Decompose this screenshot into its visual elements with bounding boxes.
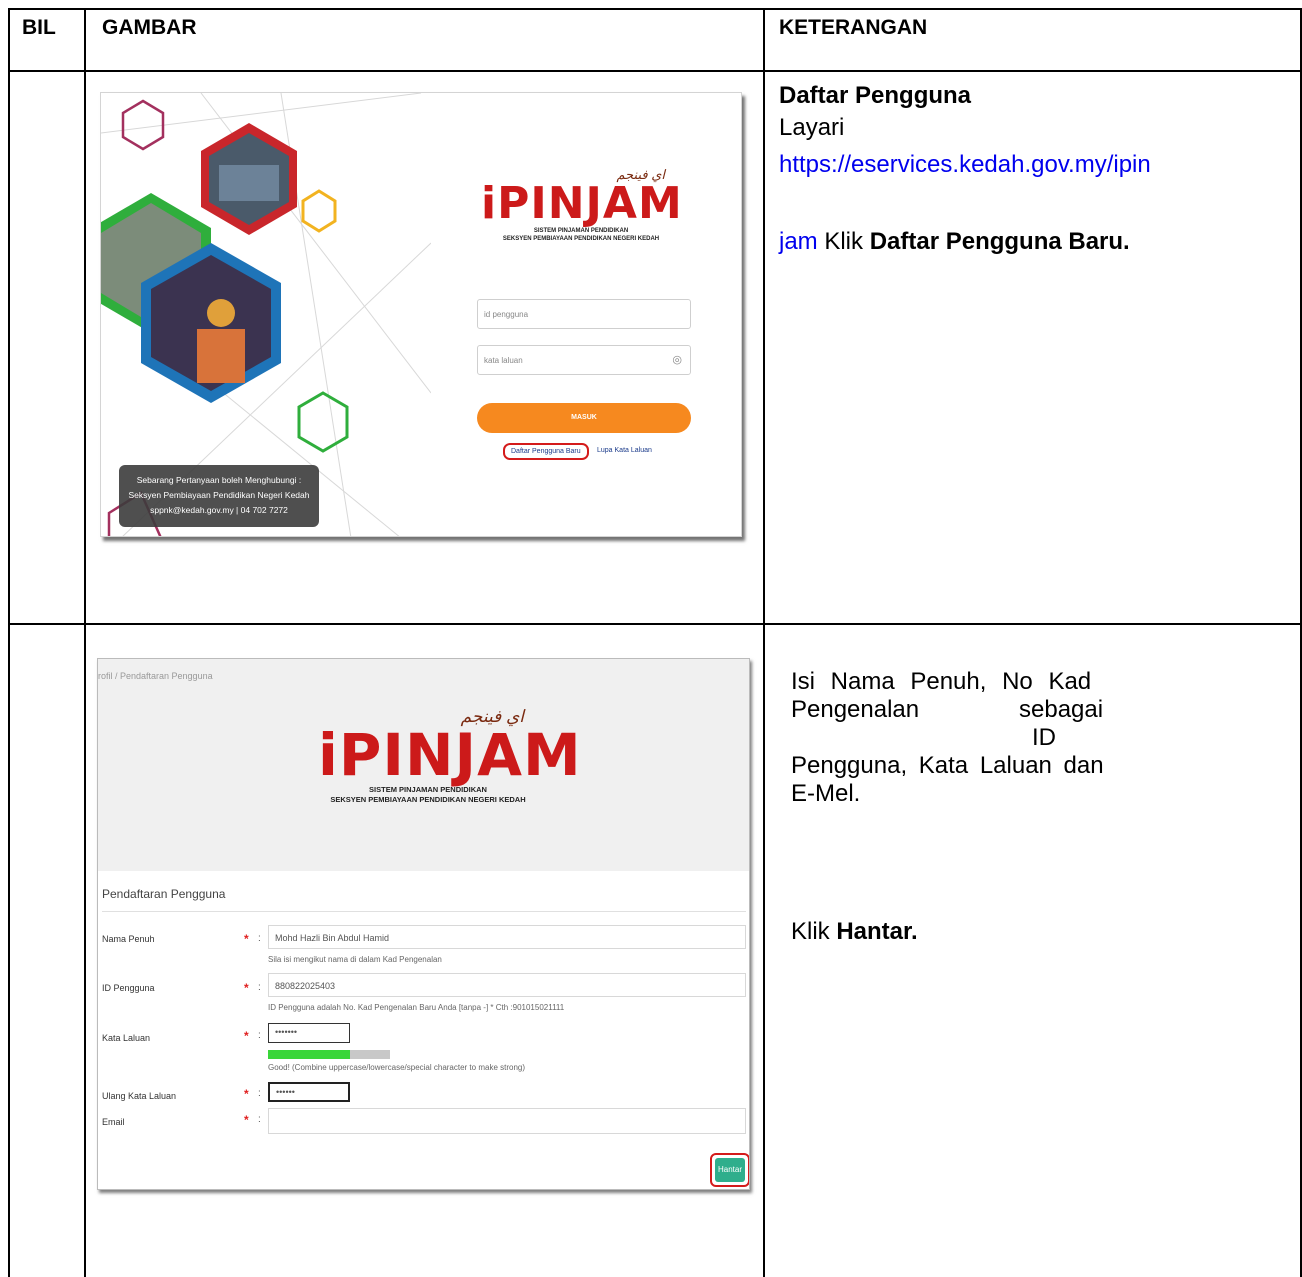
colon: : [258, 1088, 261, 1099]
row2-action: Hantar. [836, 918, 918, 945]
logo-subtitle-2: SEKSYEN PEMBIAYAAN PENDIDIKAN NEGERI KED… [502, 236, 660, 242]
email-label: Email [102, 1117, 125, 1127]
row1-title: Daftar Pengguna [779, 82, 972, 109]
login-screenshot: اي فينجم iPINJAM SISTEM PINJAMAN PENDIDI… [100, 92, 742, 537]
logo-wordmark: iPINJAM [481, 178, 683, 229]
required-mark: * [244, 1029, 249, 1043]
daftar-pengguna-baru-link[interactable]: Daftar Pengguna Baru [503, 443, 589, 460]
header-gambar: GAMBAR [102, 16, 197, 39]
logo-wordmark: iPINJAM [318, 721, 582, 789]
kata-laluan-label: Kata Laluan [102, 1033, 151, 1043]
eye-off-icon[interactable]: ◎ [672, 353, 682, 366]
logo-subtitle-2: SEKSYEN PEMBIAYAAN PENDIDIKAN NEGERI KED… [330, 795, 526, 804]
row2-line2b: sebagai [1019, 696, 1104, 723]
row-divider [8, 623, 1302, 625]
colon: : [258, 1114, 261, 1125]
hantar-button[interactable]: Hantar [715, 1158, 745, 1182]
nama-penuh-field[interactable]: Mohd Hazli Bin Abdul Hamid [268, 925, 746, 949]
contact-line-1: Sebarang Pertanyaan boleh Menghubungi : [136, 475, 302, 485]
kata-laluan-field[interactable]: ••••••• [268, 1023, 350, 1043]
contact-line-3: sppnk@kedah.gov.my | 04 702 7272 [150, 505, 288, 515]
required-mark: * [244, 932, 249, 946]
header-keterangan: KETERANGAN [779, 16, 928, 39]
password-placeholder: kata laluan [484, 356, 523, 365]
password-strength-meter [268, 1050, 390, 1059]
row1-url-part2[interactable]: jam [779, 228, 818, 255]
logo-arabic-text: اي فينجم [460, 707, 524, 726]
table-divider-gambar [763, 8, 765, 1277]
form-divider [102, 911, 746, 912]
hantar-highlight: Hantar [710, 1153, 749, 1187]
required-mark: * [244, 1087, 249, 1101]
kata-laluan-hint: Good! (Combine uppercase/lowercase/speci… [268, 1063, 526, 1072]
id-pengguna-field[interactable]: 880822025403 [268, 973, 746, 997]
row1-klik: Klik [824, 228, 864, 255]
logo-arabic-text: اي فينجم [616, 167, 665, 182]
registration-header: rofil / Pendaftaran Pengguna اي فينجم iP… [98, 659, 749, 871]
row2-line1: Isi Nama Penuh, No Kad [791, 668, 1092, 695]
row2-line4: Pengguna, Kata Laluan dan [791, 752, 1104, 779]
required-mark: * [244, 981, 249, 995]
username-input[interactable]: id pengguna [477, 299, 691, 329]
breadcrumb[interactable]: rofil / Pendaftaran Pengguna [98, 671, 213, 681]
contact-box: Sebarang Pertanyaan boleh Menghubungi : … [119, 465, 319, 527]
login-logo: اي فينجم iPINJAM SISTEM PINJAMAN PENDIDI… [481, 167, 683, 243]
colon: : [258, 1030, 261, 1041]
table-divider-bil [84, 8, 86, 1277]
password-strength-fill [268, 1050, 350, 1059]
row2-line2a: Pengenalan [791, 696, 920, 723]
row2-line5: E-Mel. [791, 780, 861, 807]
id-pengguna-label: ID Pengguna [102, 983, 155, 993]
colon: : [258, 982, 261, 993]
contact-line-2: Seksyen Pembiayaan Pendidikan Negeri Ked… [128, 490, 310, 500]
header-row-divider [8, 70, 1302, 72]
row1-instruction: jam Klik Daftar Pengguna Baru. [779, 228, 1130, 256]
row2-instruction: Klik Hantar. [791, 918, 918, 946]
ulang-kata-laluan-label: Ulang Kata Laluan [102, 1091, 177, 1101]
table-border-top [8, 8, 1302, 10]
registration-logo: اي فينجم iPINJAM SISTEM PINJAMAN PENDIDI… [318, 707, 582, 805]
password-input[interactable]: kata laluan ◎ [477, 345, 691, 375]
row1-layari: Layari [779, 114, 845, 141]
nama-penuh-label: Nama Penuh [102, 934, 155, 944]
lupa-kata-laluan-link[interactable]: Lupa Kata Laluan [597, 447, 652, 454]
document-table: BIL GAMBAR KETERANGAN Daftar Pengguna La… [0, 0, 1302, 1277]
ulang-kata-laluan-field[interactable]: •••••• [268, 1082, 350, 1102]
row1-action: Daftar Pengguna Baru. [869, 228, 1130, 255]
email-field[interactable] [268, 1108, 746, 1134]
required-mark: * [244, 1113, 249, 1127]
row2-line3: ID [1032, 724, 1056, 751]
colon: : [258, 933, 261, 944]
row2-klik: Klik [791, 918, 830, 945]
row1-url-part1[interactable]: https://eservices.kedah.gov.my/ipin [779, 151, 1151, 179]
form-title: Pendaftaran Pengguna [102, 887, 226, 901]
header-bil: BIL [22, 16, 56, 39]
id-pengguna-hint: ID Pengguna adalah No. Kad Pengenalan Ba… [268, 1003, 565, 1012]
masuk-button[interactable]: MASUK [477, 403, 691, 433]
registration-screenshot: rofil / Pendaftaran Pengguna اي فينجم iP… [97, 658, 750, 1190]
table-border-left [8, 8, 10, 1277]
nama-penuh-hint: Sila isi mengikut nama di dalam Kad Peng… [268, 955, 442, 964]
